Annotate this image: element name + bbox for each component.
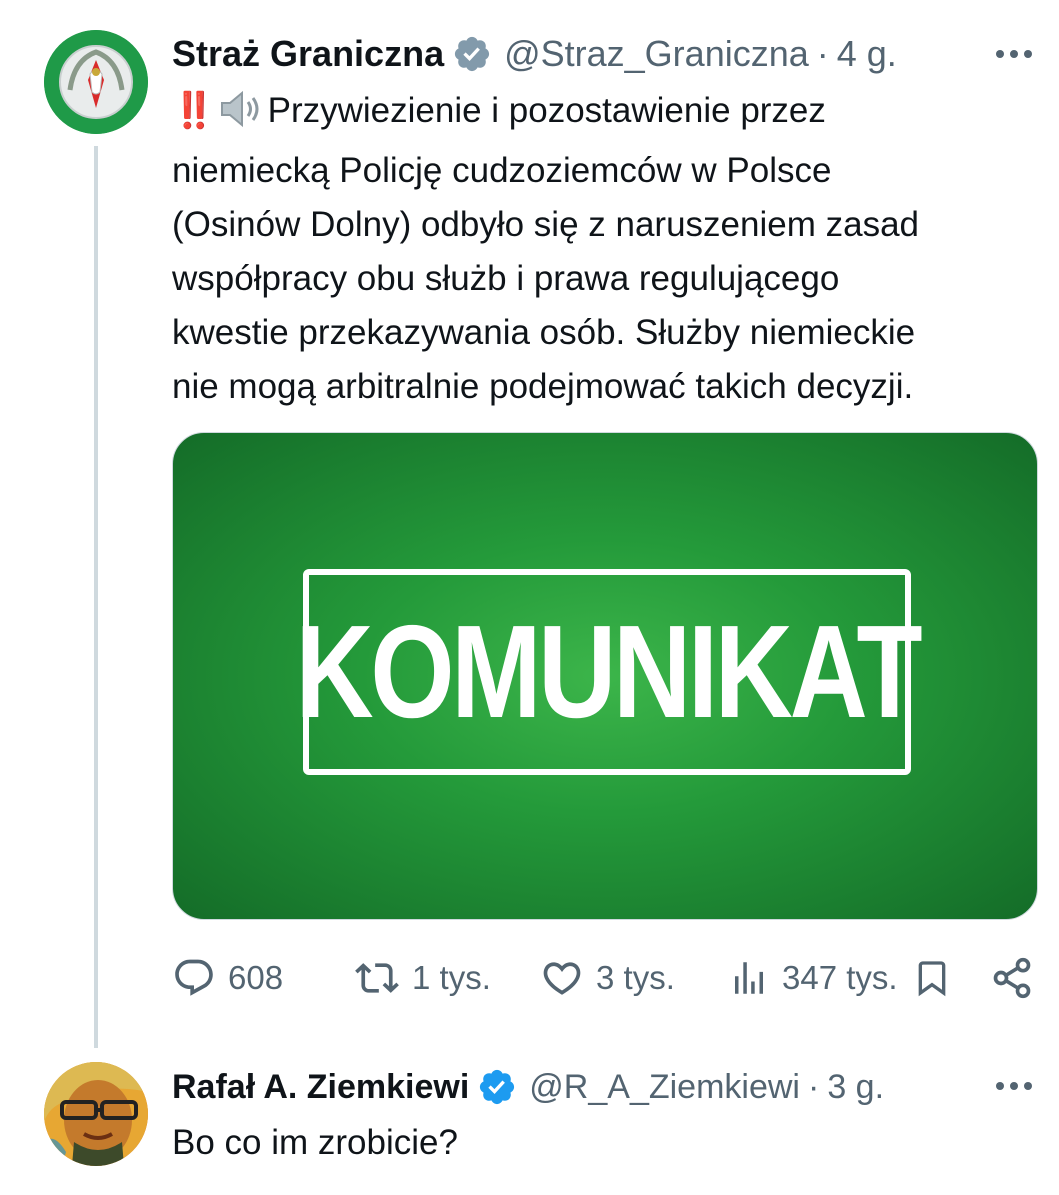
reply-timestamp[interactable]: 3 g.	[827, 1068, 884, 1107]
like-button[interactable]: 3 tys.	[540, 950, 675, 1006]
like-count: 3 tys.	[596, 959, 675, 996]
tweet-text-line: (Osinów Dolny) odbyło się z naruszeniem …	[172, 205, 919, 244]
portrait-avatar-icon	[44, 1062, 148, 1166]
reply-icon	[175, 959, 213, 996]
views-button[interactable]: 347 tys.	[728, 950, 898, 1006]
tweet-text-line: nie mogą arbitralnie podejmować takich d…	[172, 367, 914, 406]
views-icon	[735, 962, 763, 994]
tweet-text-line: współpracy obu służb i prawa regulująceg…	[172, 259, 840, 298]
komunikat-label: KOMUNIKAT	[295, 598, 922, 745]
repost-icon	[355, 963, 399, 993]
share-icon	[993, 957, 1031, 999]
reply-header: Rafał A. Ziemkiewi @R_A_Ziemkiewi · 3 g.	[172, 1060, 884, 1114]
timestamp[interactable]: 4 g.	[837, 33, 897, 75]
author-handle[interactable]: @Straz_Graniczna	[504, 33, 809, 75]
reply-button[interactable]: 608	[172, 950, 283, 1006]
border-guard-emblem-icon	[44, 30, 148, 134]
heart-icon	[543, 962, 581, 995]
repost-count: 1 tys.	[412, 959, 491, 996]
reply-count: 608	[228, 959, 284, 996]
view-count: 347 tys.	[782, 959, 898, 996]
tweet-actions: 608 1 tys. 3 tys. 347 tys.	[172, 950, 1042, 1006]
reply-author-name[interactable]: Rafał A. Ziemkiewi	[172, 1068, 469, 1107]
double-exclamation-emoji: ‼️	[172, 91, 216, 130]
thread-line	[94, 146, 98, 1048]
verified-badge-icon	[452, 34, 492, 74]
tweet-media-image[interactable]: KOMUNIKAT	[172, 432, 1038, 920]
verified-badge-icon	[477, 1067, 517, 1107]
reply-author-handle[interactable]: @R_A_Ziemkiewi	[529, 1068, 800, 1107]
reply-avatar[interactable]	[44, 1062, 148, 1166]
share-button[interactable]	[990, 950, 1034, 1006]
tweet-text-line: kwestie przekazywania osób. Służby niemi…	[172, 313, 916, 352]
reply-text: Bo co im zrobicie?	[172, 1123, 458, 1162]
tweet[interactable]: Straż Graniczna @Straz_Graniczna · 4 g. …	[0, 0, 1059, 1048]
speaker-icon	[218, 90, 266, 144]
repost-button[interactable]: 1 tys.	[354, 950, 491, 1006]
bookmark-button[interactable]	[912, 950, 952, 1006]
avatar[interactable]	[44, 30, 148, 134]
more-icon[interactable]	[984, 1066, 1044, 1106]
tweet-text-line: ‼️ Przywiezienie i pozostawienie przez	[172, 84, 1042, 144]
separator-dot: ·	[808, 1067, 820, 1106]
more-icon[interactable]	[984, 34, 1044, 74]
tweet-header: Straż Graniczna @Straz_Graniczna · 4 g.	[172, 26, 897, 82]
komunikat-frame: KOMUNIKAT	[295, 569, 922, 775]
author-name[interactable]: Straż Graniczna	[172, 33, 444, 75]
separator-dot: ·	[816, 33, 829, 74]
tweet-text-line: niemiecką Policję cudzoziemców w Polsce	[172, 151, 832, 190]
bookmark-icon	[918, 961, 946, 997]
tweet-text: ‼️ Przywiezienie i pozostawienie przez ni…	[172, 84, 1042, 414]
